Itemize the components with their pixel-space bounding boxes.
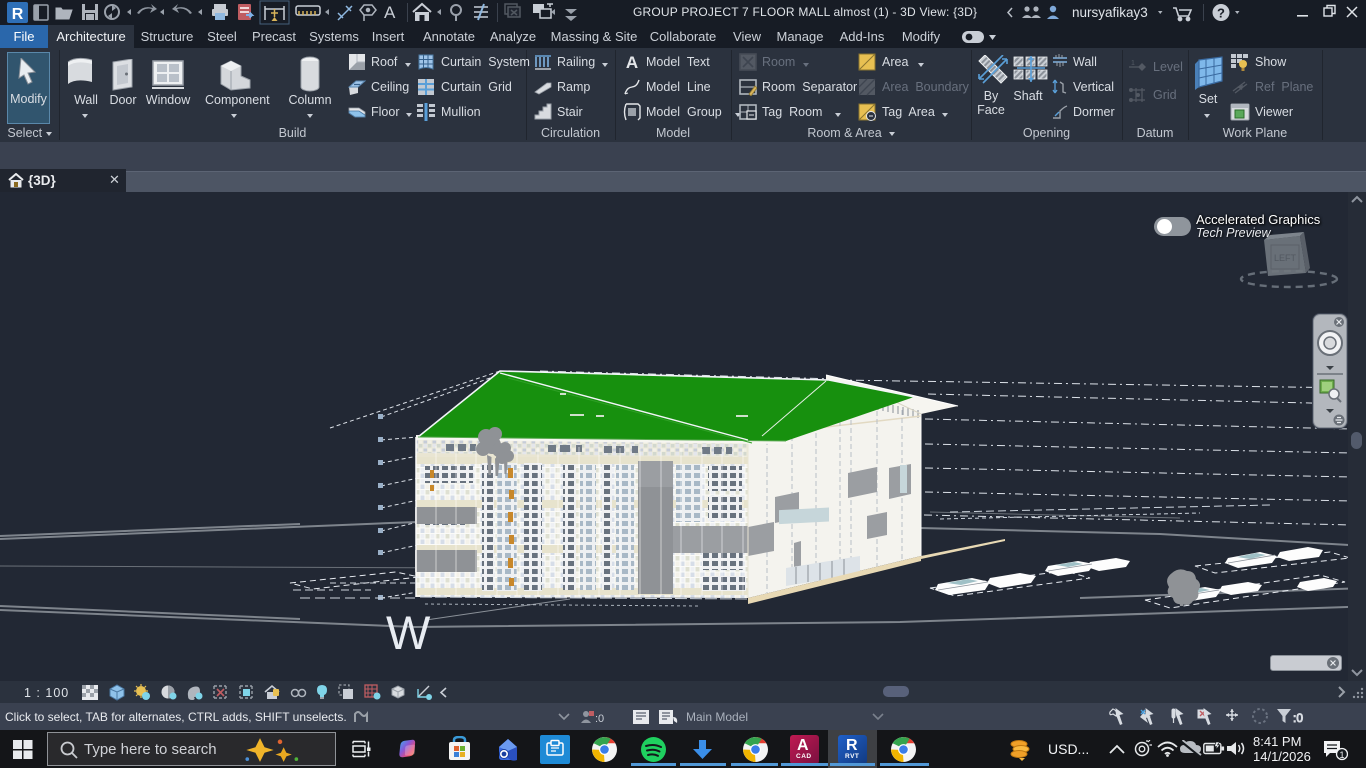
svg-text:R: R [12,6,24,23]
svg-text:A: A [626,53,638,71]
svg-text:?: ? [1217,6,1225,21]
svg-text::0: :0 [595,713,604,725]
svg-text:nursyafikay3: nursyafikay3 [1072,5,1148,20]
svg-text::0: :0 [1293,711,1303,725]
svg-text:1: 1 [1339,750,1344,760]
svg-text:LEFT: LEFT [1274,253,1297,263]
svg-text:W: W [386,606,431,659]
svg-text:1: 1 [1131,60,1135,67]
svg-text:A: A [384,3,396,22]
